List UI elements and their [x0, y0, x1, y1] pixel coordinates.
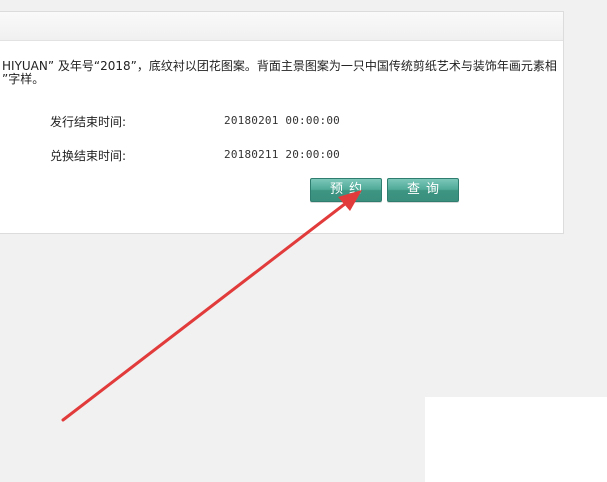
description-line-1: HIYUAN” 及年号“2018”，底纹衬以团花图案。背面主景图案为一只中国传统…: [2, 59, 557, 73]
white-overlay-block: [425, 397, 607, 482]
coin-description: HIYUAN” 及年号“2018”，底纹衬以团花图案。背面主景图案为一只中国传统…: [2, 60, 562, 86]
exchange-end-time-label: 兑换结束时间:: [50, 149, 127, 163]
exchange-end-time-value: 20180211 20:00:00: [224, 148, 340, 161]
panel-header: [0, 12, 563, 41]
issue-end-time-value: 20180201 00:00:00: [224, 114, 340, 127]
description-line-2: ”字样。: [2, 72, 45, 86]
query-button[interactable]: 查询: [387, 178, 459, 202]
issue-end-time-label: 发行结束时间:: [50, 115, 127, 129]
reserve-button[interactable]: 预约: [310, 178, 382, 202]
